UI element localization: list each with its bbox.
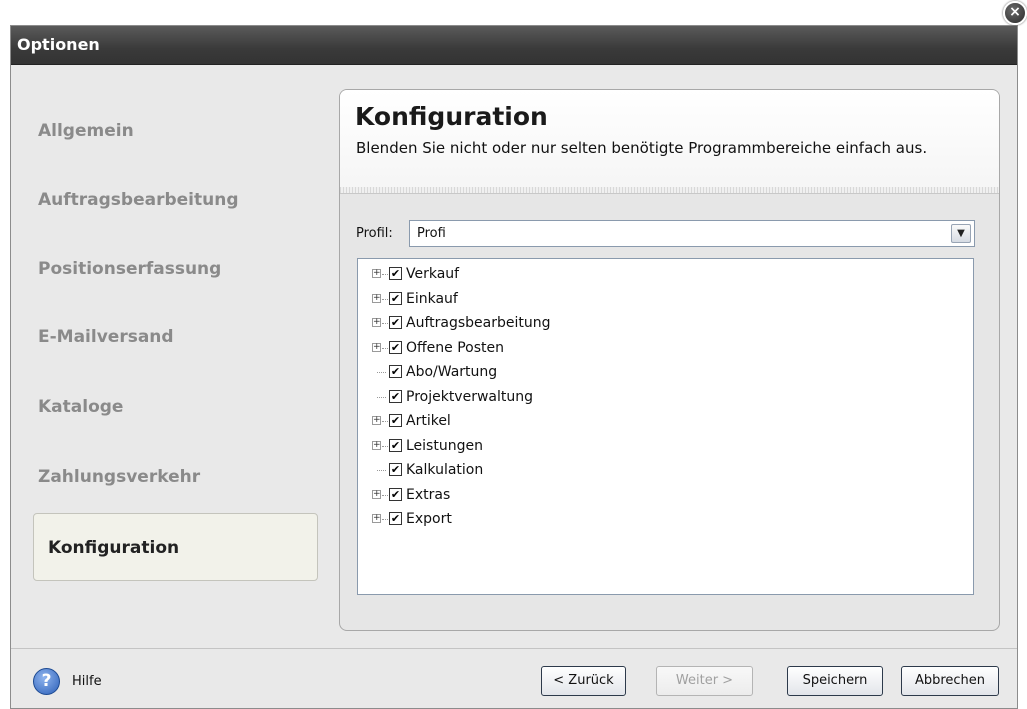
sidebar-item-allgemein[interactable]: Allgemein [38, 121, 134, 151]
tree-connector [382, 421, 388, 422]
expand-icon[interactable]: + [372, 342, 381, 352]
footer-divider [11, 648, 1017, 649]
tree-item[interactable]: + ✔ Einkauf [372, 289, 672, 311]
chevron-down-icon[interactable]: ▼ [951, 224, 971, 243]
tree-item-label: Auftragsbearbeitung [406, 315, 551, 331]
tree-item-label: Kalkulation [406, 462, 484, 478]
dialog-titlebar: Optionen [11, 26, 1017, 65]
save-button[interactable]: Speichern [787, 666, 883, 696]
checkbox[interactable]: ✔ [389, 365, 402, 378]
page-description: Blenden Sie nicht oder nur selten benöti… [356, 139, 928, 157]
sidebar-item-positionserfassung[interactable]: Positionserfassung [38, 259, 221, 289]
panel-header: Konfiguration Blenden Sie nicht oder nur… [340, 90, 999, 194]
expand-icon[interactable]: + [372, 293, 381, 303]
tree-connector [382, 274, 388, 275]
checkbox[interactable]: ✔ [389, 389, 402, 403]
tree-item[interactable]: + ✔ Verkauf [372, 264, 672, 286]
checkbox[interactable]: ✔ [389, 414, 402, 427]
tree-item-label: Verkauf [406, 266, 460, 282]
sidebar-item-label: Konfiguration [48, 538, 180, 558]
tree-item[interactable]: + ✔ Export [372, 509, 672, 531]
expand-icon[interactable]: + [372, 416, 381, 425]
cancel-button[interactable]: Abbrechen [901, 666, 999, 696]
profil-value: Profi [417, 226, 446, 241]
tree-item-label: Projektverwaltung [406, 388, 534, 405]
tree-item-label: Offene Posten [406, 339, 504, 356]
expand-icon[interactable]: + [372, 514, 381, 523]
checkbox[interactable]: ✔ [389, 340, 402, 354]
help-label[interactable]: Hilfe [72, 674, 102, 689]
expand-icon[interactable]: + [372, 489, 381, 499]
tree-item-label: Einkauf [406, 290, 458, 307]
next-button[interactable]: Weiter > [656, 666, 753, 696]
close-icon[interactable]: × [1003, 1, 1027, 25]
tree-connector [382, 298, 388, 300]
tree-connector [382, 445, 388, 447]
page-title: Konfiguration [355, 102, 548, 131]
module-tree: + ✔ Verkauf + ✔ Einkauf + ✔ Auftragsbearbeitung +… [357, 258, 974, 595]
tree-connector [382, 323, 388, 324]
tree-item-label: Extras [406, 486, 451, 503]
dialog-title: Optionen [17, 35, 100, 54]
tree-item[interactable]: + ✔ Artikel [372, 411, 672, 433]
expand-icon[interactable]: + [372, 269, 381, 278]
checkbox[interactable]: ✔ [389, 291, 402, 305]
help-icon[interactable]: ? [33, 668, 60, 695]
tree-connector [382, 494, 388, 496]
tree-item[interactable]: ✔ Kalkulation [372, 460, 672, 482]
checkbox[interactable]: ✔ [389, 512, 402, 525]
tree-connector [382, 519, 388, 520]
tree-item[interactable]: + ✔ Leistungen [372, 436, 672, 458]
tree-item-label: Abo/Wartung [406, 364, 498, 380]
tree-connector [377, 372, 386, 373]
profil-label: Profil: [356, 226, 393, 241]
tree-item[interactable]: ✔ Abo/Wartung [372, 362, 672, 384]
sidebar-item-konfiguration[interactable]: Konfiguration [33, 513, 318, 581]
expand-icon[interactable]: + [372, 318, 381, 327]
tree-connector [377, 396, 386, 398]
checkbox[interactable]: ✔ [389, 438, 402, 452]
tree-item[interactable]: + ✔ Extras [372, 485, 672, 507]
expand-icon[interactable]: + [372, 440, 381, 450]
tree-item-label: Leistungen [406, 437, 483, 454]
tree-item[interactable]: + ✔ Auftragsbearbeitung [372, 313, 672, 335]
checkbox[interactable]: ✔ [389, 463, 402, 476]
back-button[interactable]: < Zurück [541, 666, 626, 696]
tree-item[interactable]: + ✔ Offene Posten [372, 338, 672, 360]
sidebar-item-auftragsbearbeitung[interactable]: Auftragsbearbeitung [38, 190, 239, 220]
profil-select[interactable]: Profi ▼ [409, 220, 975, 247]
tree-connector [377, 470, 386, 471]
sidebar-item-zahlungsverkehr[interactable]: Zahlungsverkehr [38, 467, 200, 497]
tree-item-label: Artikel [406, 413, 451, 429]
sidebar-item-e-mailversand[interactable]: E-Mailversand [38, 327, 174, 357]
tree-item-label: Export [406, 511, 452, 527]
sidebar-item-kataloge[interactable]: Kataloge [38, 397, 123, 427]
checkbox[interactable]: ✔ [389, 267, 402, 280]
checkbox[interactable]: ✔ [389, 316, 402, 329]
tree-connector [382, 347, 388, 349]
tree-item[interactable]: ✔ Projektverwaltung [372, 387, 672, 409]
checkbox[interactable]: ✔ [389, 487, 402, 501]
